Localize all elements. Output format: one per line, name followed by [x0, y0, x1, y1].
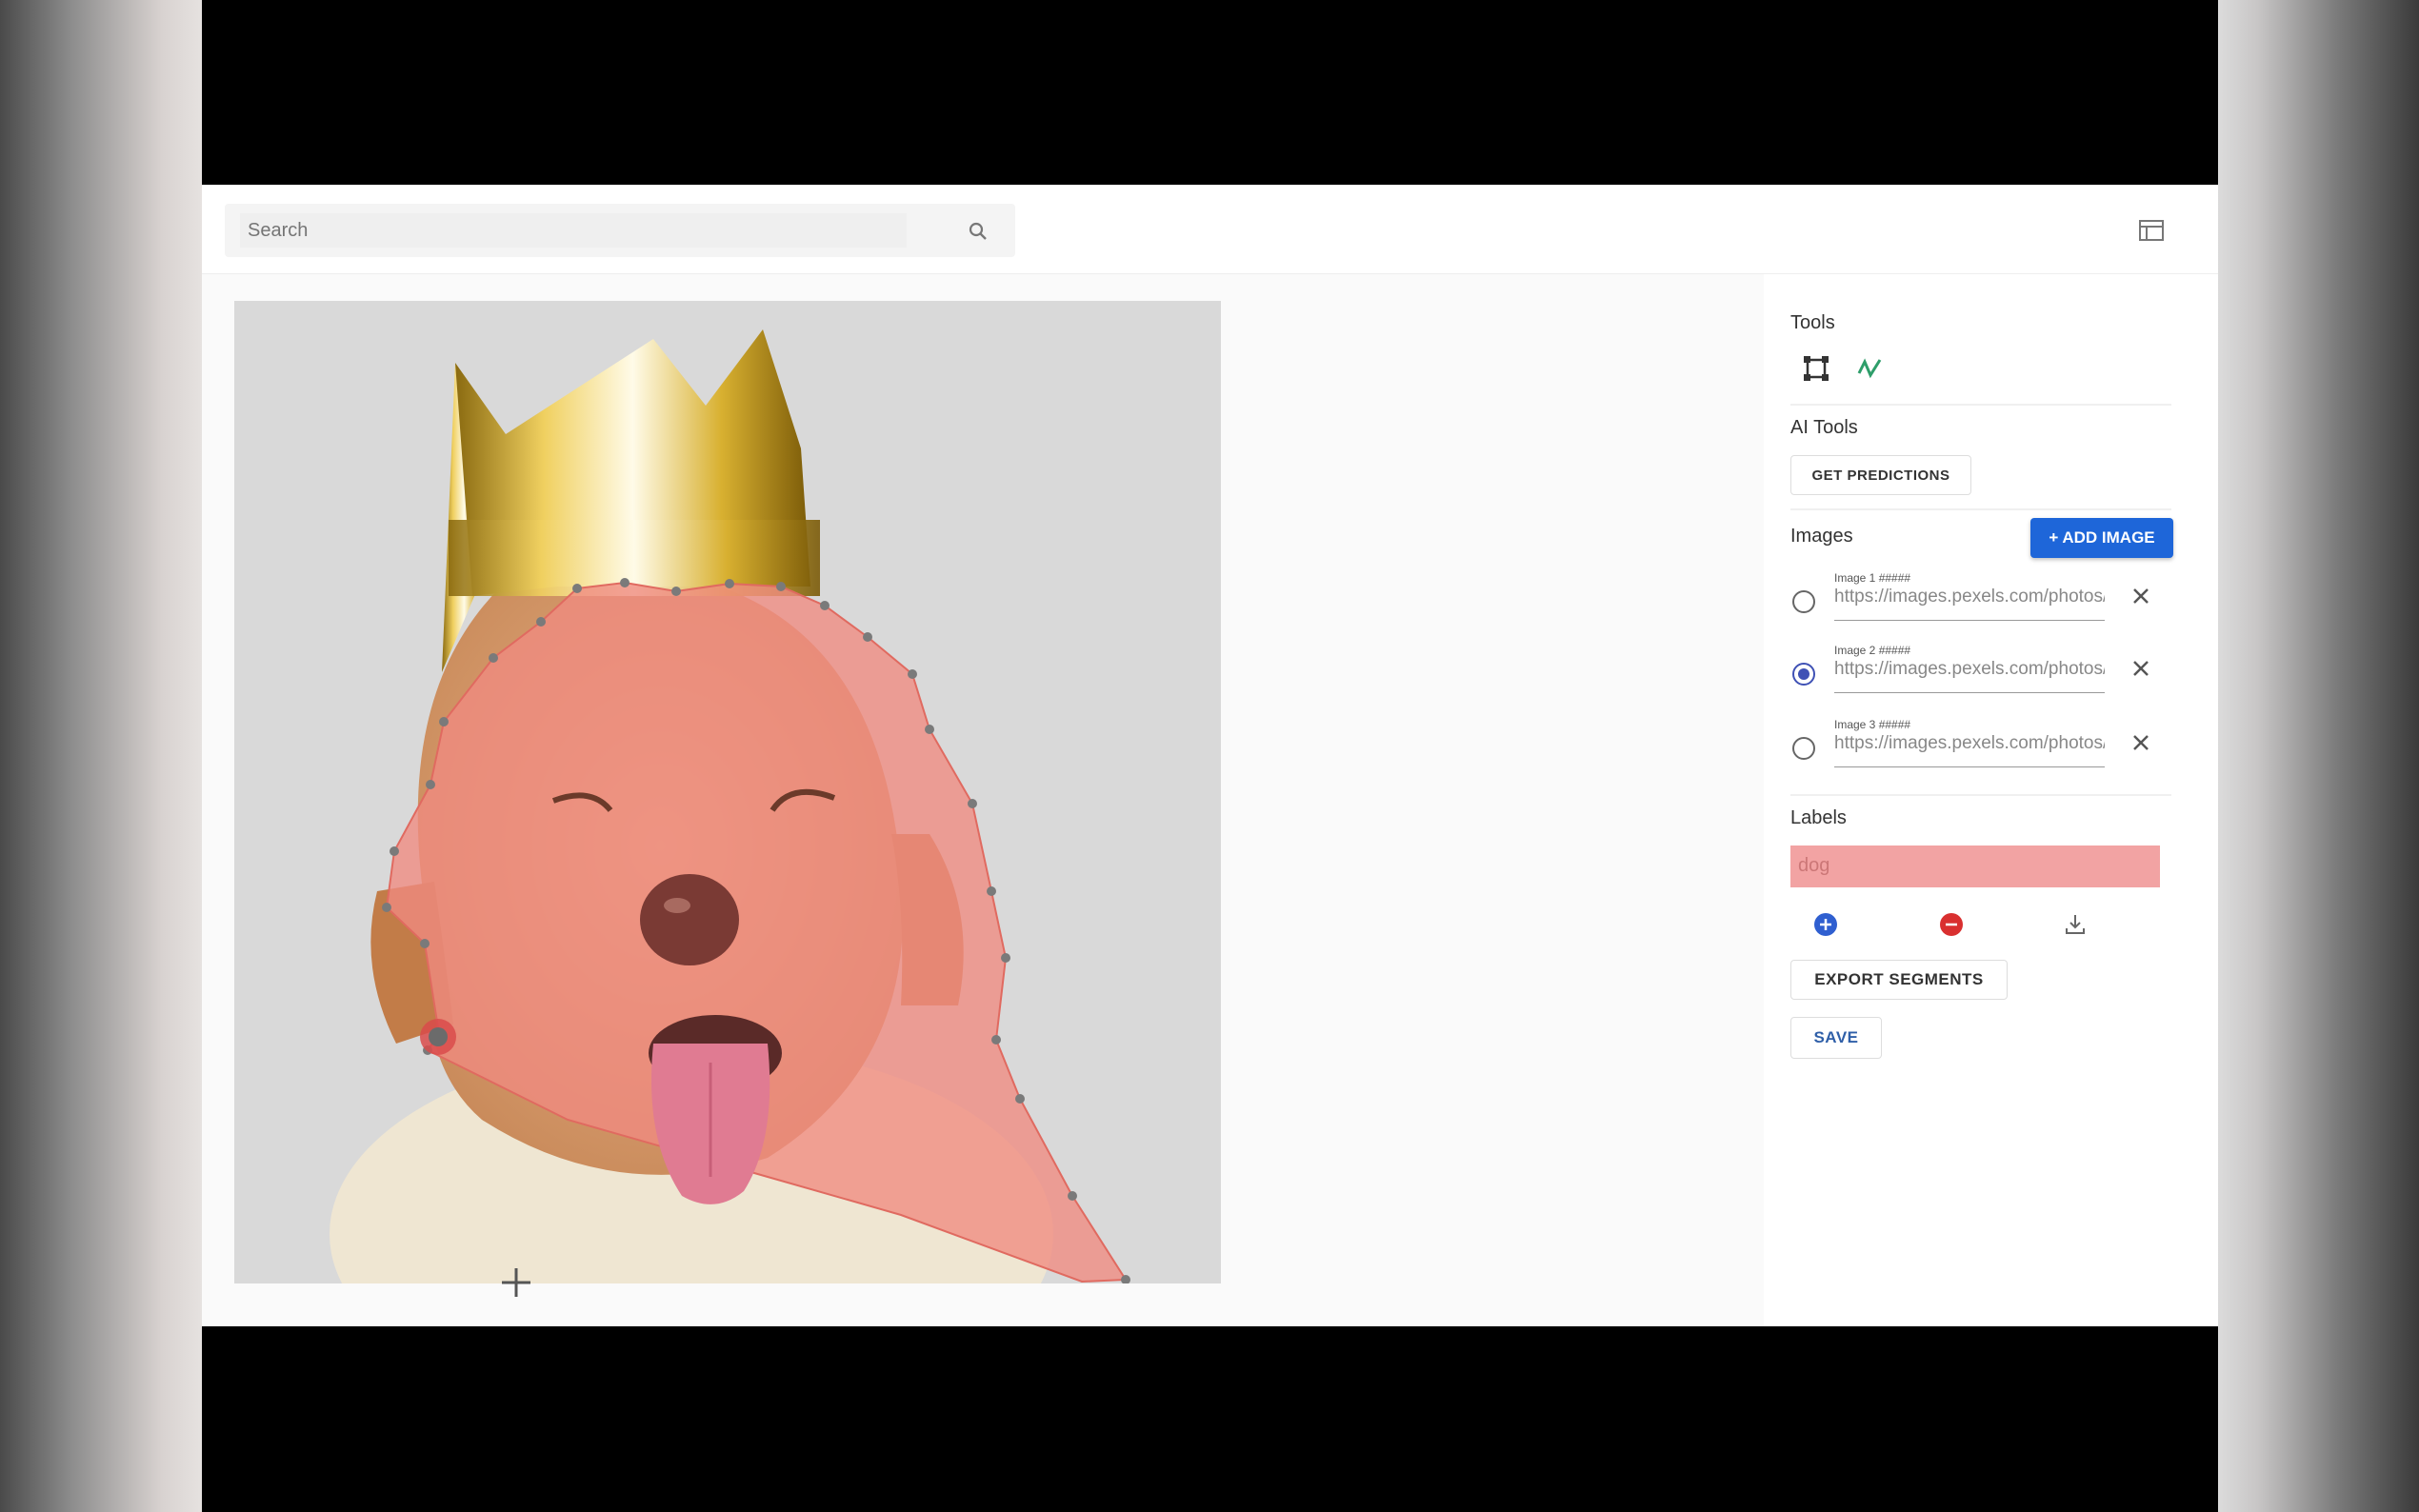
image-name: Image 2 ##### — [1834, 644, 1911, 657]
divider — [1790, 508, 2171, 510]
image-radio-selected[interactable] — [1792, 663, 1815, 686]
layout-toggle-icon[interactable] — [2137, 217, 2166, 244]
close-icon[interactable] — [2129, 585, 2152, 607]
image-radio[interactable] — [1792, 590, 1815, 613]
video-frame: Tools AI Tools GET PREDICTIONS Images + … — [0, 0, 2419, 1512]
search-box — [225, 204, 1015, 257]
image-name: Image 3 ##### — [1834, 718, 1911, 731]
tools-title: Tools — [1790, 312, 1835, 333]
save-button[interactable]: SAVE — [1790, 1017, 1882, 1059]
image-list-item[interactable]: Image 3 ##### https://images.pexels.com/… — [1792, 718, 2173, 785]
canvas-image[interactable] — [234, 301, 1221, 1283]
close-icon[interactable] — [2129, 657, 2152, 680]
delete-label-icon[interactable] — [1939, 912, 1964, 937]
image-list-item[interactable]: Image 1 ##### https://images.pexels.com/… — [1792, 571, 2173, 638]
image-url-field[interactable]: https://images.pexels.com/photos/ — [1834, 733, 2105, 767]
divider — [1790, 404, 2171, 406]
ai-tools-title: AI Tools — [1790, 417, 1858, 438]
divider — [1790, 794, 2171, 796]
active-vertex-handle[interactable] — [420, 1019, 456, 1055]
download-icon[interactable] — [2063, 912, 2088, 937]
search-icon[interactable] — [966, 219, 990, 244]
image-name: Image 1 ##### — [1834, 571, 1911, 585]
add-image-button[interactable]: + ADD IMAGE — [2030, 518, 2173, 558]
close-icon[interactable] — [2129, 731, 2152, 754]
images-title: Images — [1790, 526, 1853, 547]
label-item-dog[interactable]: dog — [1790, 846, 2160, 887]
letterbox-bottom — [202, 1326, 2218, 1512]
letterbox-top — [202, 0, 2218, 185]
image-radio[interactable] — [1792, 737, 1815, 760]
get-predictions-button[interactable]: GET PREDICTIONS — [1790, 455, 1971, 495]
labels-title: Labels — [1790, 807, 1847, 828]
image-url-field[interactable]: https://images.pexels.com/photos/ — [1834, 659, 2105, 693]
annotation-canvas[interactable] — [234, 301, 1221, 1283]
export-segments-button[interactable]: EXPORT SEGMENTS — [1790, 960, 2008, 1000]
blurred-side-right — [2217, 0, 2419, 1512]
annotation-app: Tools AI Tools GET PREDICTIONS Images + … — [202, 185, 2218, 1326]
add-label-icon[interactable] — [1813, 912, 1838, 937]
top-bar — [202, 185, 2218, 274]
search-input[interactable] — [240, 213, 907, 248]
crosshair-cursor — [502, 1268, 530, 1297]
sidebar: Tools AI Tools GET PREDICTIONS Images + … — [1764, 274, 2218, 1326]
polygon-icon[interactable] — [1855, 354, 1884, 383]
bounding-box-icon[interactable] — [1802, 354, 1830, 383]
image-url-field[interactable]: https://images.pexels.com/photos/ — [1834, 587, 2105, 621]
image-list-item[interactable]: Image 2 ##### https://images.pexels.com/… — [1792, 644, 2173, 710]
blurred-side-left — [0, 0, 202, 1512]
